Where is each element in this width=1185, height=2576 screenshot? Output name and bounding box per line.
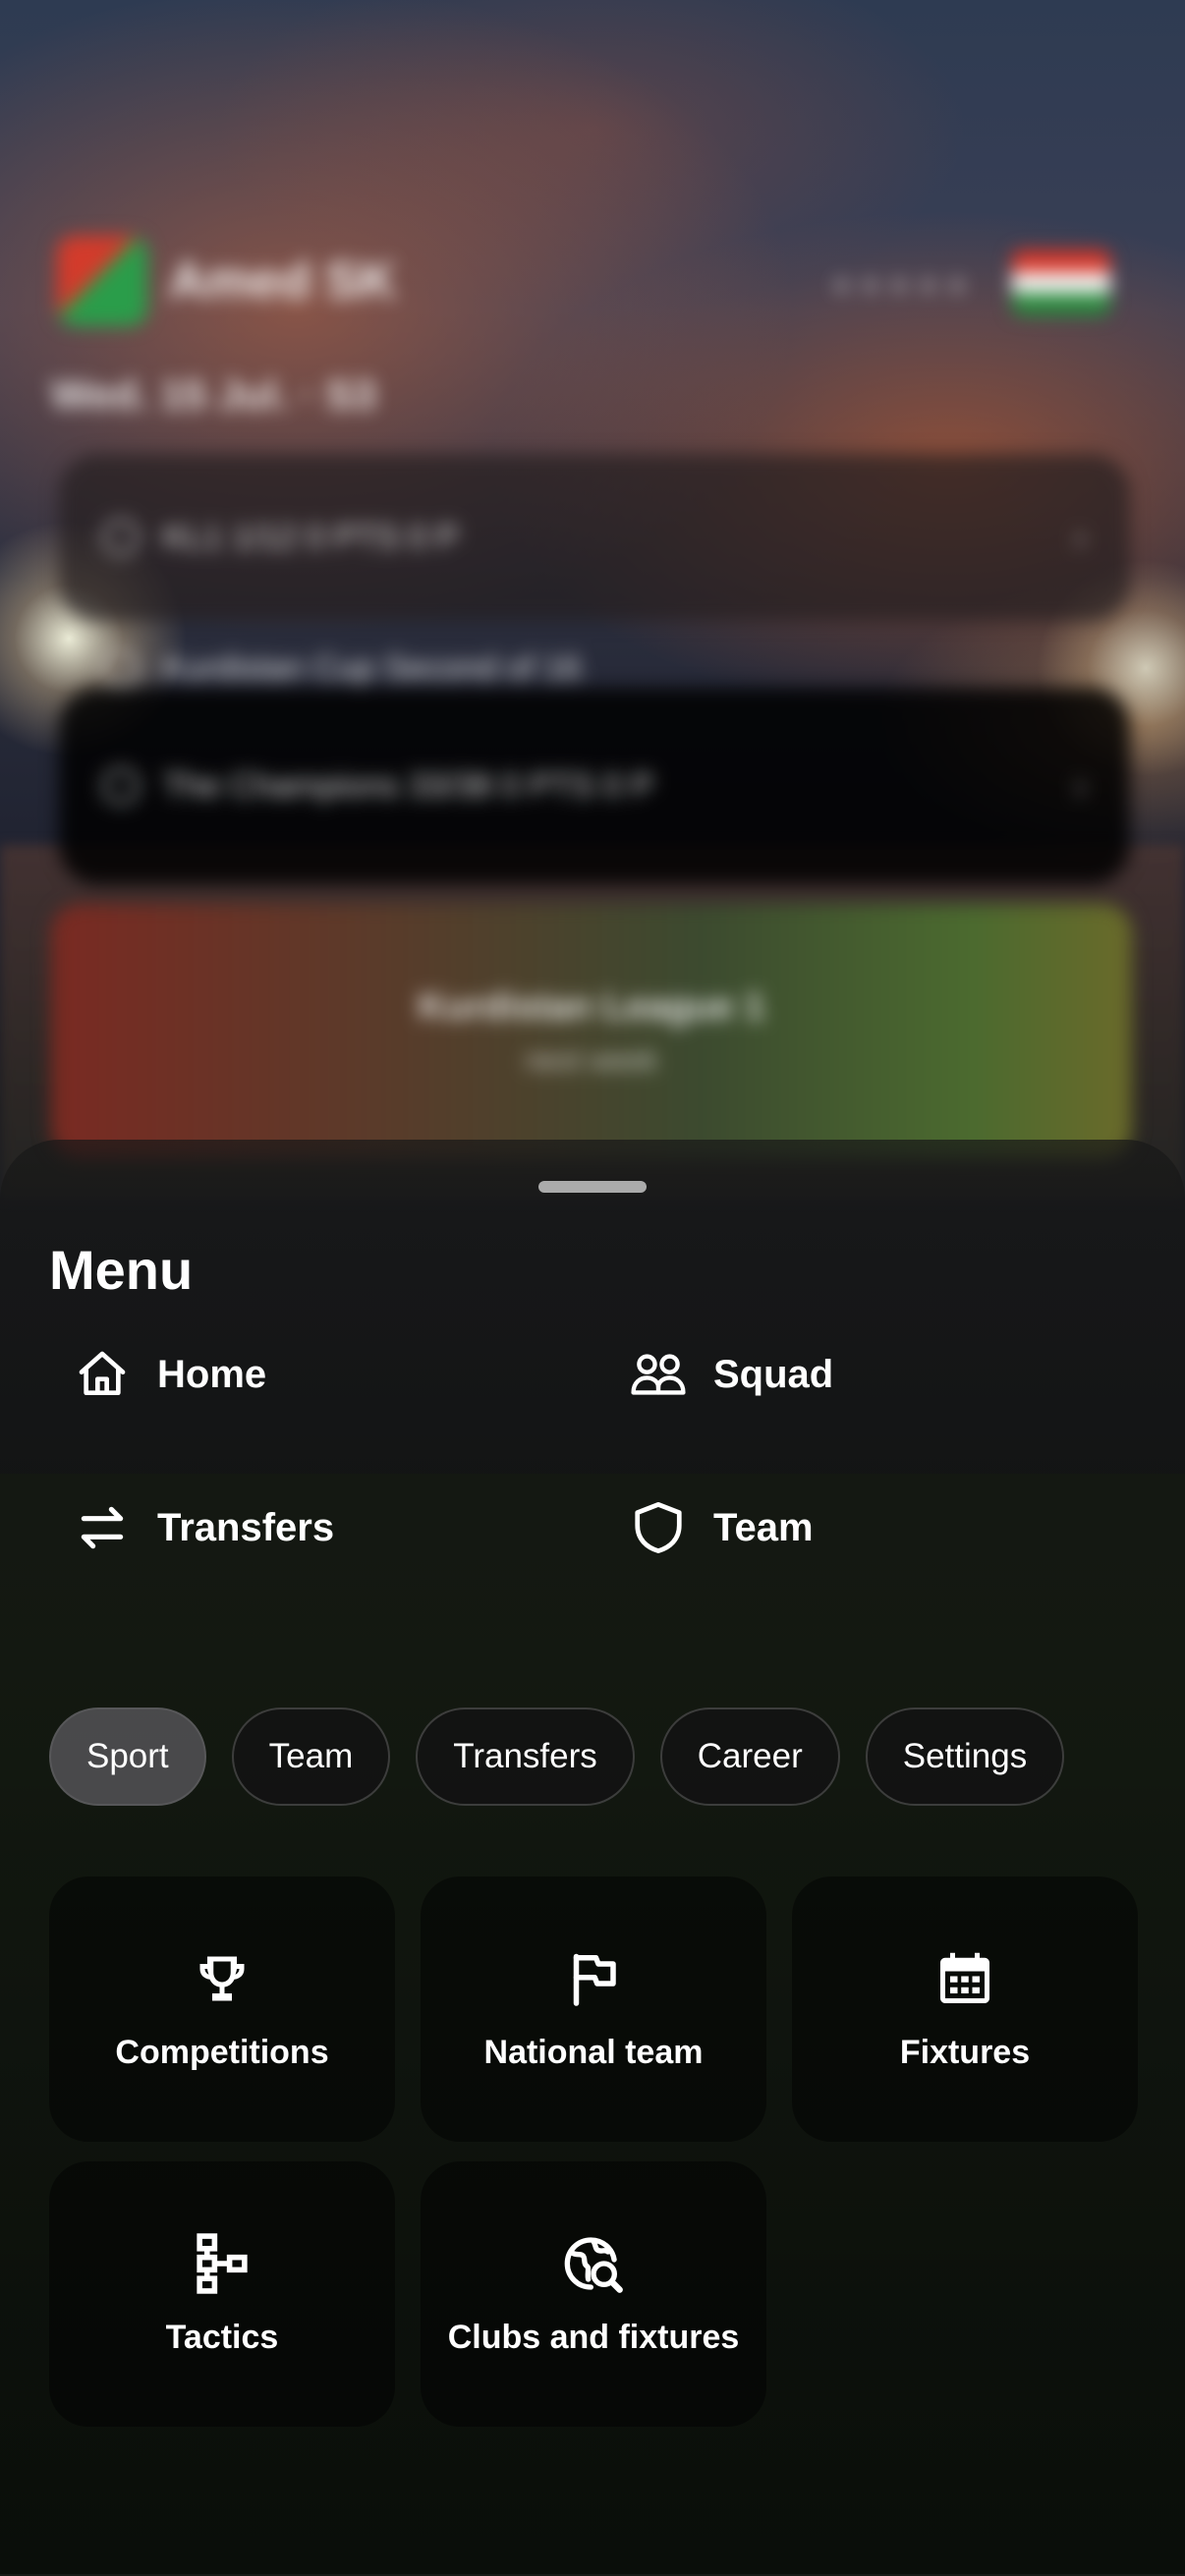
competition-card-champions: The Champions 33/38 0 PTS 0 P › xyxy=(59,688,1130,884)
club-rating-stars: ★★★★★ xyxy=(830,270,975,300)
chip-team[interactable]: Team xyxy=(231,1708,391,1806)
sheet-drag-handle[interactable] xyxy=(538,1181,647,1193)
chip-settings[interactable]: Settings xyxy=(865,1708,1065,1806)
banner-title: Kurdistan League 1 xyxy=(418,985,765,1028)
competition-label: The Champions 33/38 0 PTS 0 P xyxy=(163,766,653,805)
menu-bottom-sheet: Menu Home Squad Transfers Team Sport Tea… xyxy=(0,1140,1185,2576)
trophy-icon xyxy=(191,1947,254,2010)
chevron-right-icon: › xyxy=(1073,763,1087,808)
tile-label: Fixtures xyxy=(899,2033,1031,2071)
flag-icon xyxy=(562,1947,625,2010)
menu-link-label: Home xyxy=(157,1352,267,1396)
trophy-icon xyxy=(102,767,140,805)
globe-search-icon xyxy=(562,2232,625,2295)
tile-competitions[interactable]: Competitions xyxy=(49,1876,395,2142)
tile-label: Clubs and fixtures xyxy=(447,2318,740,2356)
people-icon xyxy=(629,1345,688,1404)
tile-label: Tactics xyxy=(165,2318,279,2356)
menu-link-squad[interactable]: Squad xyxy=(629,1330,833,1419)
menu-link-label: Transfers xyxy=(157,1505,335,1549)
trophy-icon xyxy=(102,519,140,556)
kurdistan-flag-icon xyxy=(1012,251,1110,315)
club-logo xyxy=(57,236,147,326)
competition-card-league: KL1 1/12 0 PTS 0 P › xyxy=(59,454,1130,621)
menu-link-team[interactable]: Team xyxy=(629,1484,814,1572)
chip-transfers[interactable]: Transfers xyxy=(416,1708,635,1806)
tile-label: National team xyxy=(483,2033,704,2071)
current-date: Wed. 15 Jul. · S3 xyxy=(51,371,376,418)
calendar-icon xyxy=(933,1947,996,2010)
tile-clubs-and-fixtures[interactable]: Clubs and fixtures xyxy=(421,2161,766,2427)
club-name: Amed SK xyxy=(169,252,397,309)
competition-label: KL1 1/12 0 PTS 0 P xyxy=(163,518,459,556)
tile-label: Competitions xyxy=(115,2033,329,2071)
competition-label: Kurdistan Cup Second of 16 xyxy=(163,648,582,687)
swap-arrows-icon xyxy=(73,1498,132,1557)
league-banner: Kurdistan League 1 next week xyxy=(51,904,1132,1159)
chip-sport[interactable]: Sport xyxy=(49,1708,206,1806)
tile-fixtures[interactable]: Fixtures xyxy=(792,1876,1138,2142)
menu-title: Menu xyxy=(49,1239,194,1301)
home-icon xyxy=(73,1345,132,1404)
shield-icon xyxy=(629,1498,688,1557)
chevron-right-icon: › xyxy=(1073,515,1087,559)
chip-career[interactable]: Career xyxy=(659,1708,840,1806)
hierarchy-icon xyxy=(191,2232,254,2295)
menu-link-label: Team xyxy=(713,1505,814,1549)
menu-category-chips: Sport Team Transfers Career Settings xyxy=(49,1708,1065,1806)
tile-tactics[interactable]: Tactics xyxy=(49,2161,395,2427)
menu-link-transfers[interactable]: Transfers xyxy=(73,1484,334,1572)
club-header: Amed SK xyxy=(57,236,396,326)
tile-national-team[interactable]: National team xyxy=(421,1876,766,2142)
banner-subtitle: next week xyxy=(525,1043,658,1077)
trophy-icon xyxy=(102,649,140,687)
menu-link-home[interactable]: Home xyxy=(73,1330,266,1419)
menu-link-label: Squad xyxy=(713,1352,834,1396)
